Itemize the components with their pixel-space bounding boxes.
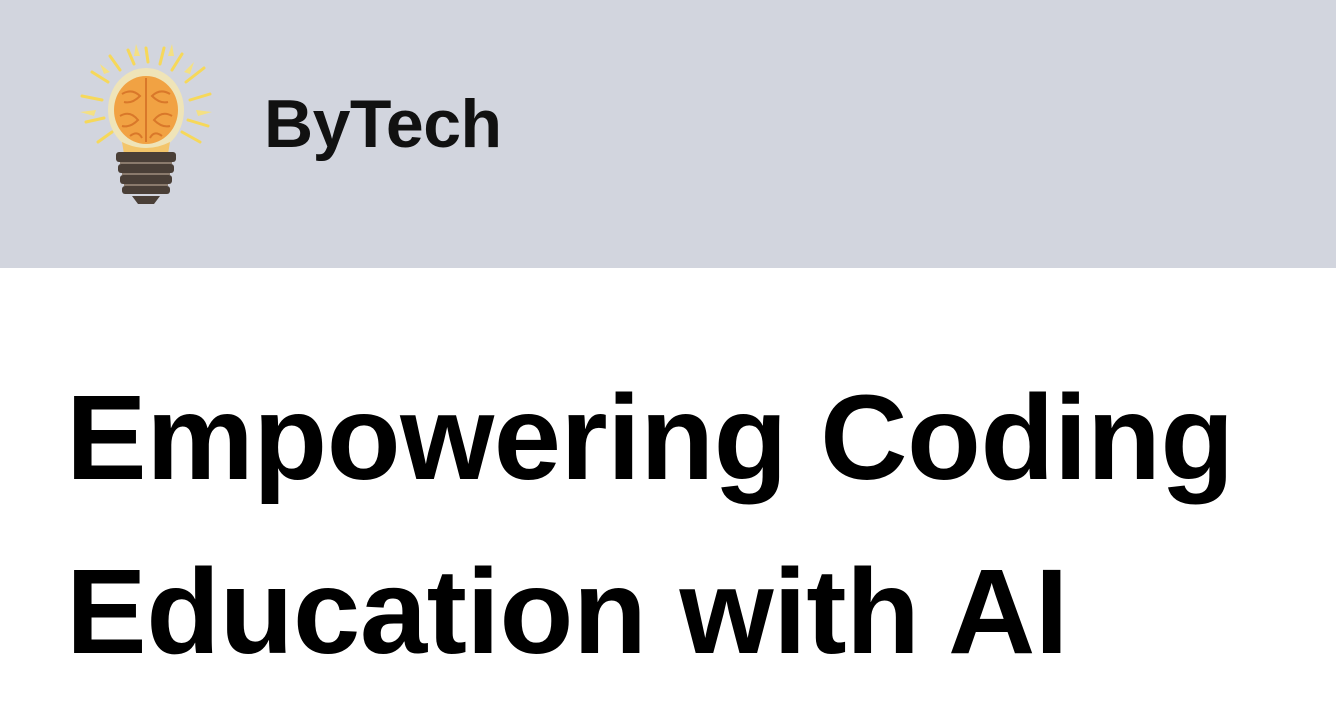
hero-heading-line-1: Empowering Coding — [66, 369, 1234, 505]
brand-name[interactable]: ByTech — [264, 84, 502, 164]
hero-heading-line-2: Education with AI — [66, 543, 1069, 679]
site-header: ByTech — [0, 0, 1336, 268]
hero-heading: Empowering Coding Education with AI — [66, 350, 1306, 698]
lightbulb-brain-icon[interactable] — [76, 42, 216, 207]
